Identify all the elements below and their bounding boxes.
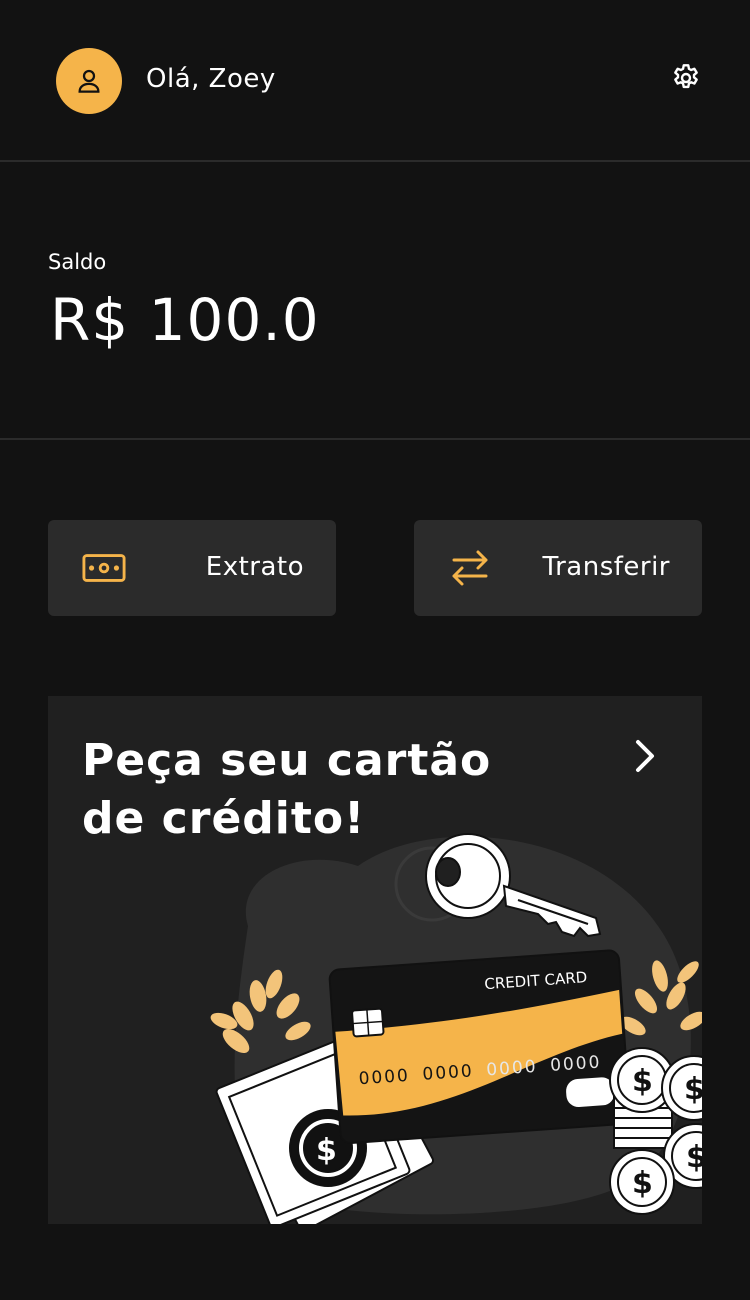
promo-title: Peça seu cartão de crédito! <box>82 735 492 844</box>
transfer-label: Transferir <box>542 552 670 582</box>
settings-button[interactable] <box>668 60 704 96</box>
card-number-group: 0000 <box>550 1052 603 1076</box>
user-icon <box>78 69 100 93</box>
transfer-button[interactable]: Transferir <box>414 520 702 616</box>
chevron-right-icon[interactable] <box>628 736 662 776</box>
card-number-group: 0000 <box>358 1066 411 1090</box>
greeting: Olá, Zoey <box>146 64 276 94</box>
svg-text:$: $ <box>684 1072 702 1107</box>
card-number-group: 0000 <box>486 1057 539 1081</box>
cash-icon <box>82 546 126 590</box>
transfer-arrows-icon <box>448 546 492 590</box>
svg-text:$: $ <box>316 1133 337 1168</box>
svg-text:$: $ <box>686 1140 702 1175</box>
statement-label: Extrato <box>205 552 304 582</box>
balance-label: Saldo <box>48 250 107 274</box>
statement-button[interactable]: Extrato <box>48 520 336 616</box>
header: Olá, Zoey <box>0 0 750 162</box>
card-number-group: 0000 <box>422 1061 475 1085</box>
balance-section: Saldo R$ 100.0 <box>0 162 750 440</box>
balance-value: R$ 100.0 <box>50 286 320 354</box>
svg-text:$: $ <box>632 1166 653 1201</box>
gear-icon <box>674 64 698 89</box>
credit-card-promo[interactable]: CREDIT CARD 0000 0000 0000 0000 $ $ $ $ … <box>48 696 702 1224</box>
svg-text:$: $ <box>632 1064 653 1099</box>
avatar[interactable] <box>56 48 122 114</box>
